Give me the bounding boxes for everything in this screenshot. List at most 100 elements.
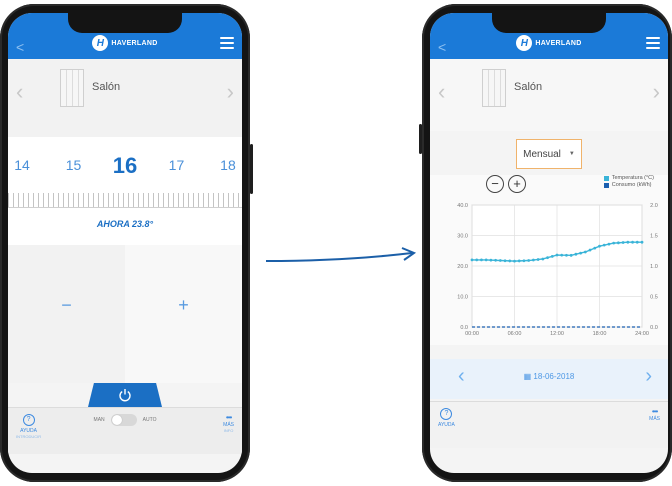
y2-tick-label: 0.0 [650, 325, 658, 331]
temperature-point [631, 240, 634, 244]
plus-icon: + [178, 295, 189, 315]
temperature-point [579, 251, 583, 255]
logo-icon: H [516, 35, 533, 51]
temperature-point [602, 243, 606, 247]
more-sublabel: INFO [223, 428, 234, 433]
temperature-point [531, 258, 535, 262]
phone-right: < H HAVERLAND ‹ Salón › Mensual ▼ − + Te… [419, 4, 672, 482]
current-temperature: AHORA 23.8° [96, 219, 154, 229]
more-button[interactable]: ••• MÁS INFO [223, 414, 234, 434]
brand-name: HAVERLAND [535, 39, 582, 47]
chevron-left-icon[interactable]: ‹ [16, 79, 23, 105]
temperature-point [640, 240, 644, 244]
temp-option[interactable]: 14 [14, 157, 30, 173]
temperature-point [498, 259, 502, 262]
temperature-point [517, 259, 521, 263]
power-icon [119, 389, 131, 402]
temperature-point [503, 259, 507, 263]
phone-left: < H HAVERLAND ‹ Salón › 14 15 16 17 18 A… [0, 4, 253, 482]
help-icon: ? [440, 408, 453, 420]
temperature-point [607, 242, 611, 246]
temperature-point [616, 241, 620, 245]
temperature-point [588, 248, 592, 252]
chevron-right-icon[interactable]: › [653, 79, 660, 105]
y2-tick-label: 1.0 [650, 264, 658, 270]
bottom-bar: ? AYUDA ••• MÁS [430, 401, 668, 448]
mode-toggle[interactable] [110, 414, 137, 426]
temperature-point [565, 253, 568, 257]
temperature-point [593, 246, 597, 250]
temperature-point [560, 253, 564, 257]
x-tick-label: 00:00 [465, 331, 479, 337]
temperature-point [480, 258, 483, 262]
temp-option[interactable]: 17 [169, 157, 185, 173]
temperature-point [527, 259, 531, 262]
chevron-right-icon[interactable]: › [227, 79, 234, 105]
phone-notch [492, 13, 606, 33]
chevron-left-icon[interactable]: ‹ [438, 79, 445, 105]
line-chart: 0.0 0.010.0 0.520.0 1.030.0 1.540.0 2.000:00 0… [457, 203, 658, 337]
brand-name: HAVERLAND [111, 39, 158, 47]
x-tick-label: 18:00 [593, 331, 607, 337]
power-button[interactable] [88, 383, 162, 407]
ruler-baseline [8, 207, 242, 208]
temperature-point [541, 257, 545, 261]
device-selector: ‹ Salón › [430, 59, 668, 131]
calendar-icon: ▦ [523, 372, 534, 381]
phone-notch [68, 13, 182, 33]
temp-option[interactable]: 15 [66, 157, 82, 173]
next-day-button[interactable]: › [645, 365, 652, 388]
period-dropdown[interactable]: Mensual ▼ [516, 139, 582, 169]
more-label: MÁS [649, 416, 660, 422]
brand-logo: H HAVERLAND [8, 35, 242, 51]
mode-switch: MAN AUTO [8, 414, 242, 426]
menu-icon[interactable] [646, 37, 660, 52]
temperature-point [489, 258, 493, 262]
more-icon: ••• [651, 407, 658, 416]
temperature-point [569, 253, 573, 257]
increase-button[interactable]: + [125, 245, 242, 383]
temperature-point [550, 254, 554, 258]
decrease-button[interactable]: − [8, 245, 125, 383]
temperature-point [484, 258, 488, 262]
temp-option[interactable]: 18 [220, 157, 236, 173]
y2-tick-label: 2.0 [650, 203, 658, 209]
device-name: Salón [92, 81, 121, 93]
temperature-point [621, 241, 625, 244]
temperature-point [583, 250, 587, 254]
y-tick-label: 40.0 [457, 203, 468, 209]
temperature-point [522, 259, 526, 263]
temperature-point [470, 258, 474, 262]
temperature-point [513, 259, 516, 263]
y-tick-label: 10.0 [457, 295, 468, 301]
bottom-bar: ? AYUDA INTRODUCIR MAN AUTO ••• MÁS INFO [8, 407, 242, 454]
x-tick-label: 06:00 [508, 331, 522, 337]
adjust-controls: − + [8, 245, 242, 383]
x-tick-label: 12:00 [550, 331, 564, 337]
y2-tick-label: 1.5 [650, 234, 658, 240]
arrow-icon [265, 247, 417, 262]
ruler-ticks[interactable] [8, 193, 242, 207]
side-button [250, 144, 253, 194]
y2-tick-label: 0.5 [650, 295, 658, 301]
x-tick-label: 24:00 [635, 331, 649, 337]
temperature-scale[interactable]: 14 15 16 17 18 AHORA 23.8° [8, 137, 242, 245]
mode-auto-label: AUTO [142, 417, 157, 423]
radiator-icon [60, 69, 84, 107]
more-button[interactable]: ••• MÁS [649, 407, 660, 423]
temperature-point [574, 252, 578, 256]
temperature-point [635, 240, 639, 244]
date-value: 18-06-2018 [533, 372, 575, 381]
date-display[interactable]: ▦ 18-06-2018 [430, 372, 668, 381]
current-setpoint[interactable]: 16 [113, 153, 137, 179]
menu-icon[interactable] [220, 37, 234, 52]
help-label: AYUDA [438, 422, 455, 428]
help-button[interactable]: ? AYUDA [438, 408, 455, 428]
help-sublabel: INTRODUCIR [16, 434, 42, 439]
y-tick-label: 20.0 [457, 264, 468, 270]
temperature-point [598, 244, 601, 248]
device-name: Salón [514, 81, 543, 93]
device-selector: ‹ Salón › [8, 59, 242, 138]
logo-icon: H [92, 35, 109, 51]
temperature-point [475, 258, 479, 262]
